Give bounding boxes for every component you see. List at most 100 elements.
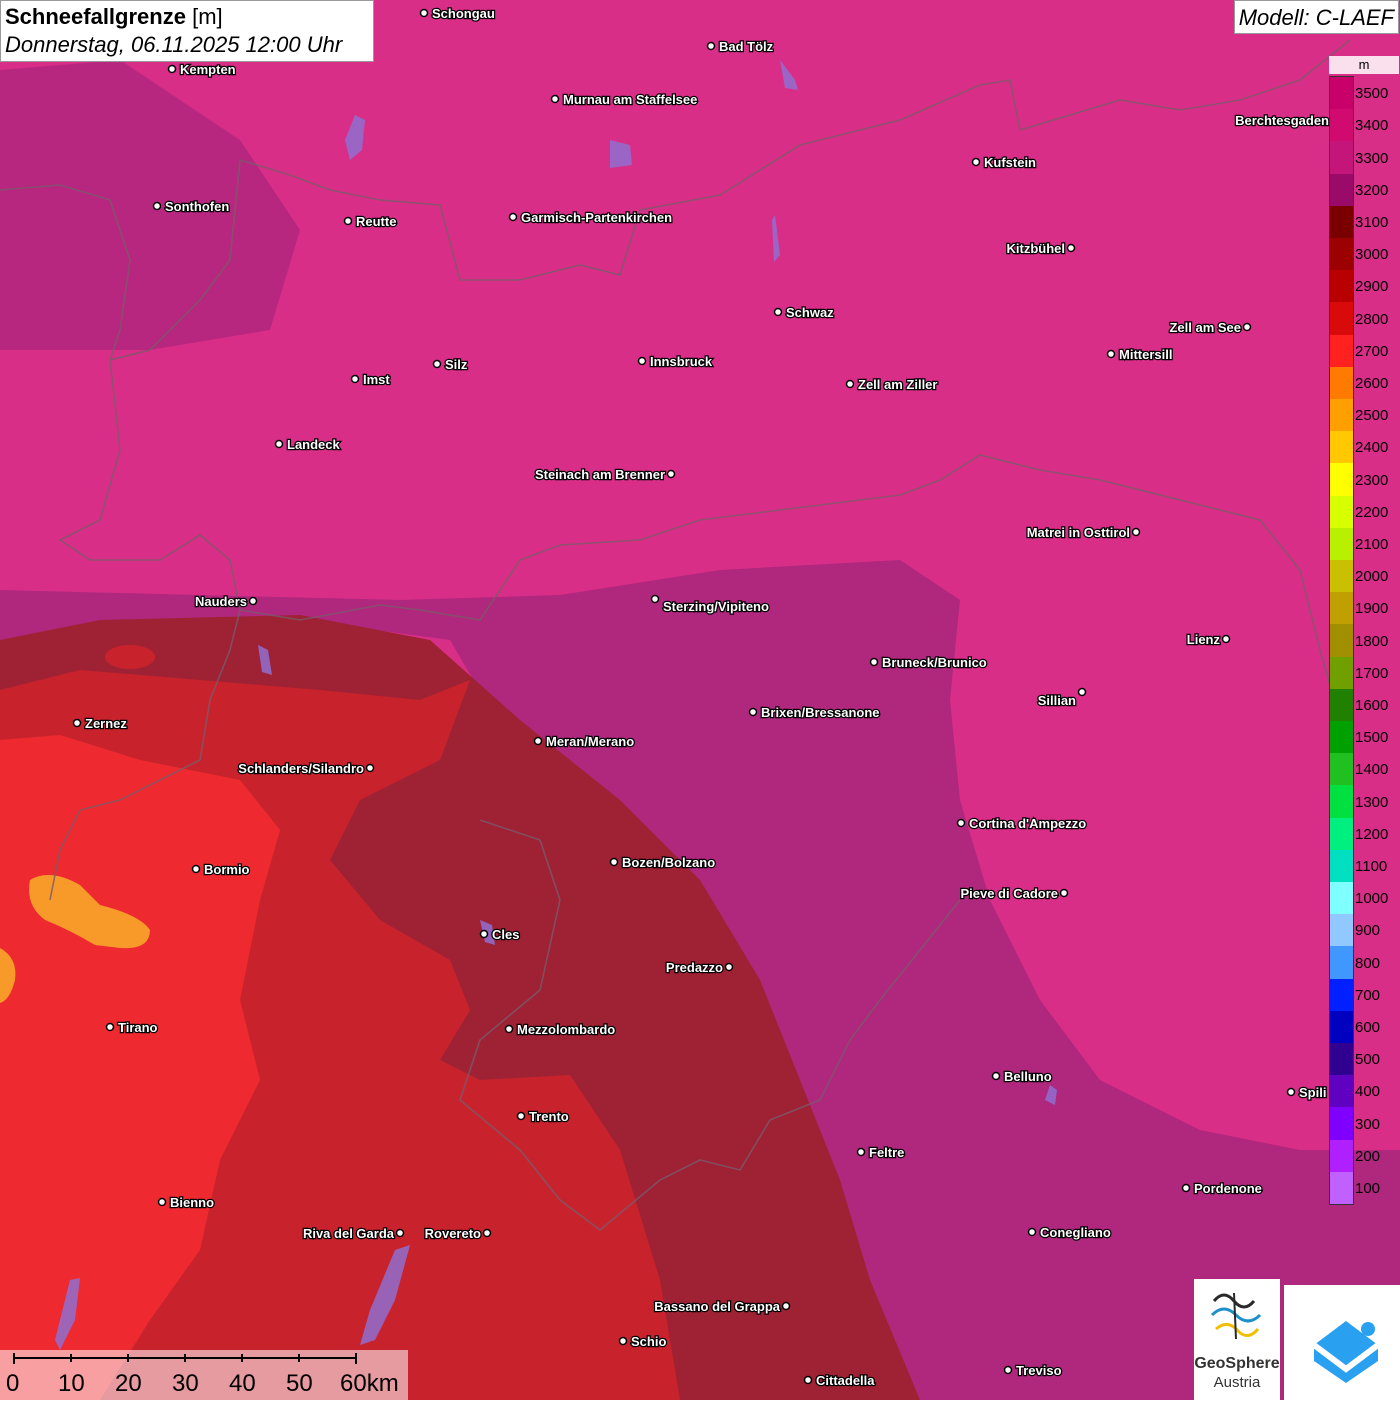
legend-label: 1900 [1355, 600, 1389, 618]
city-marker[interactable]: Pordenone [1181, 1180, 1263, 1197]
legend-swatch [1330, 978, 1353, 1012]
legend-swatch [1330, 463, 1353, 497]
city-dot [152, 201, 162, 211]
city-label: Imst [363, 372, 390, 387]
city-label: Garmisch-Partenkirchen [521, 210, 672, 225]
city-marker[interactable]: Kitzbühel [1005, 240, 1076, 257]
legend-swatch [1330, 688, 1353, 722]
city-marker[interactable]: Schlanders/Silandro [237, 760, 375, 777]
city-dot [748, 707, 758, 717]
city-marker[interactable]: Bassano del Grappa [653, 1298, 791, 1315]
legend-label: 2000 [1355, 568, 1389, 586]
city-dot [343, 216, 353, 226]
city-label: Sonthofen [165, 199, 229, 214]
legend-label: 200 [1355, 1147, 1381, 1165]
city-marker[interactable]: Conegliano [1027, 1224, 1112, 1241]
legend-label: 1600 [1355, 696, 1389, 714]
scale-label: 0 [6, 1370, 20, 1397]
city-dot [482, 1228, 492, 1238]
city-dot [395, 1228, 405, 1238]
city-marker[interactable]: Matrei in Osttirol [1025, 524, 1141, 541]
city-label: Silz [445, 357, 468, 372]
city-dot [773, 307, 783, 317]
city-dot [191, 864, 201, 874]
city-label: Predazzo [666, 960, 723, 975]
city-dot [432, 359, 442, 369]
city-marker[interactable]: Meran/Merano [533, 733, 635, 750]
legend-swatch [1330, 270, 1353, 303]
legend-label: 2400 [1355, 439, 1389, 457]
city-label: Bassano del Grappa [654, 1299, 780, 1314]
city-marker[interactable]: Bruneck/Brunico [869, 654, 988, 671]
city-marker[interactable]: Rovereto [423, 1225, 492, 1242]
city-dot [856, 1147, 866, 1157]
city-marker[interactable]: Schongau [419, 5, 496, 22]
city-marker[interactable]: Cittadella [803, 1372, 877, 1389]
legend-swatch [1330, 77, 1353, 110]
city-label: Pordenone [1194, 1181, 1262, 1196]
city-label: Treviso [1016, 1363, 1062, 1378]
legend-swatch [1330, 753, 1353, 786]
city-dot [803, 1375, 813, 1385]
city-marker[interactable]: Pieve di Cadore [959, 885, 1069, 902]
legend-unit: m [1329, 56, 1399, 74]
city-marker[interactable]: Berchtesgaden [1234, 112, 1340, 129]
city-label: Bienno [170, 1195, 214, 1210]
city-dot [971, 157, 981, 167]
city-marker[interactable]: Zell am Ziller [845, 376, 939, 393]
city-label: Sillian [1038, 693, 1076, 708]
legend-swatch [1330, 849, 1353, 883]
geosphere-name: GeoSphere [1194, 1355, 1280, 1372]
city-marker[interactable]: Innsbruck [637, 353, 714, 370]
legend-swatch [1330, 399, 1353, 432]
legend-label: 1700 [1355, 664, 1389, 682]
city-label: Conegliano [1040, 1225, 1111, 1240]
legend-label: 500 [1355, 1051, 1381, 1069]
legend-label: 700 [1355, 986, 1381, 1004]
legend-swatch [1330, 334, 1353, 368]
city-label: Mittersill [1119, 347, 1172, 362]
city-label: Brixen/Bressanone [761, 705, 880, 720]
legend-label: 3400 [1355, 117, 1389, 135]
city-marker[interactable]: Murnau am Staffelsee [550, 91, 699, 108]
city-marker[interactable]: Sterzing/Vipiteno [650, 594, 770, 615]
city-dot [167, 64, 177, 74]
city-dot [248, 596, 258, 606]
legend-label: 2700 [1355, 342, 1389, 360]
scale-label: 20 [115, 1370, 142, 1397]
city-dot [706, 41, 716, 51]
legend-label: 3300 [1355, 149, 1389, 167]
legend-swatch [1330, 302, 1353, 336]
city-label: Murnau am Staffelsee [563, 92, 697, 107]
legend-label: 100 [1355, 1179, 1381, 1197]
city-marker[interactable]: Sonthofen [152, 198, 231, 215]
legend-swatch [1330, 366, 1353, 400]
city-marker[interactable]: Cortina d'Ampezzo [956, 815, 1088, 832]
snowline-map[interactable]: Schongau Bad Tölz Kempten Murnau am Staffel… [0, 0, 1400, 1400]
legend-label: 1200 [1355, 825, 1389, 843]
geosphere-logo: GeoSphere Austria [1194, 1279, 1280, 1400]
city-marker[interactable]: Steinach am Brenner [534, 466, 676, 483]
legend-label: 1800 [1355, 632, 1389, 650]
legend-label: 3100 [1355, 213, 1389, 231]
legend-swatch [1330, 141, 1353, 175]
city-marker[interactable]: Mezzolombardo [504, 1021, 617, 1038]
city-marker[interactable]: Garmisch-Partenkirchen [508, 209, 673, 226]
city-marker[interactable]: Predazzo [665, 959, 734, 976]
city-label: Cortina d'Ampezzo [969, 816, 1086, 831]
city-marker[interactable]: Riva del Garda [302, 1225, 405, 1242]
legend-label: 800 [1355, 954, 1381, 972]
city-marker[interactable]: Brixen/Bressanone [748, 704, 881, 721]
model-label: Modell: C-LAEF [1233, 0, 1399, 34]
legend-swatch [1330, 785, 1353, 819]
city-dot [1286, 1087, 1296, 1097]
city-dot [157, 1197, 167, 1207]
city-label: Mezzolombardo [517, 1022, 615, 1037]
map-title-box: Schneefallgrenze [m] Donnerstag, 06.11.2… [0, 0, 374, 62]
city-dot [105, 1022, 115, 1032]
city-label: Schlanders/Silandro [238, 761, 364, 776]
city-dot [1106, 349, 1116, 359]
city-marker[interactable]: Bozen/Bolzano [609, 854, 716, 871]
legend-swatch [1330, 1043, 1353, 1076]
city-marker[interactable]: Zell am See [1168, 319, 1252, 336]
